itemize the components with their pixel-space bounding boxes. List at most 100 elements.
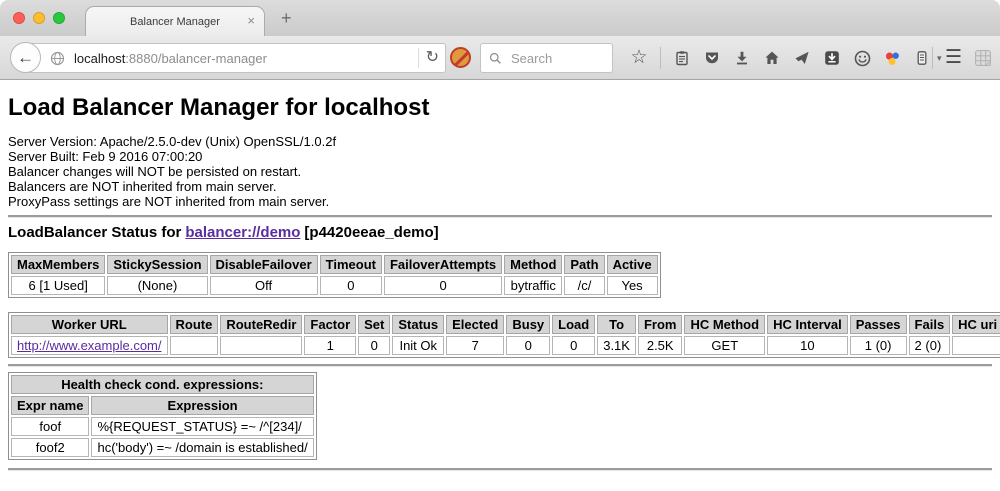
- tab-bar: Balancer Manager × +: [0, 0, 1000, 36]
- divider-rule: [8, 215, 992, 217]
- col-path: Path: [564, 255, 604, 274]
- new-tab-button[interactable]: +: [281, 8, 292, 29]
- worker-url-link[interactable]: http://www.example.com/: [17, 338, 162, 353]
- cell-load: 0: [552, 336, 595, 355]
- table-header-row: Worker URL Route RouteRedir Factor Set S…: [11, 315, 1000, 334]
- cell-factor: 1: [304, 336, 356, 355]
- search-bar[interactable]: [480, 43, 613, 73]
- cell-timeout: 0: [320, 276, 382, 295]
- cell-expression: %{REQUEST_STATUS} =~ /^[234]/: [91, 417, 313, 436]
- cell-path: /c/: [564, 276, 604, 295]
- cell-passes: 1 (0): [850, 336, 907, 355]
- cell-disablefailover: Off: [210, 276, 318, 295]
- col-worker-url: Worker URL: [11, 315, 168, 334]
- proxypass-inherit-note: ProxyPass settings are NOT inherited fro…: [8, 194, 992, 209]
- balancer-persist-note: Balancer changes will NOT be persisted o…: [8, 164, 992, 179]
- tab-groups-icon[interactable]: [974, 49, 992, 67]
- cell-expression: hc('body') =~ /domain is established/: [91, 438, 313, 457]
- health-row: foof2 hc('body') =~ /domain is establish…: [11, 438, 314, 457]
- cell-routeredir: [220, 336, 302, 355]
- balancer-settings-table: MaxMembers StickySession DisableFailover…: [8, 252, 661, 298]
- tab-balancer-manager[interactable]: Balancer Manager ×: [85, 6, 265, 36]
- col-stickysession: StickySession: [107, 255, 207, 274]
- col-hc-method: HC Method: [684, 315, 765, 334]
- close-window-button[interactable]: [13, 12, 25, 24]
- tab-close-icon[interactable]: ×: [247, 14, 255, 28]
- cell-hc-method: GET: [684, 336, 765, 355]
- col-passes: Passes: [850, 315, 907, 334]
- reload-icon[interactable]: ↻: [426, 50, 439, 66]
- server-info: Server Version: Apache/2.5.0-dev (Unix) …: [8, 134, 992, 209]
- menu-area: ☰: [932, 43, 992, 73]
- heading-suffix: [p4420eeae_demo]: [304, 224, 438, 241]
- table-header-row: Expr name Expression: [11, 396, 314, 415]
- health-row: foof %{REQUEST_STATUS} =~ /^[234]/: [11, 417, 314, 436]
- col-fails: Fails: [909, 315, 951, 334]
- smiley-extension-icon[interactable]: [853, 49, 871, 67]
- col-load: Load: [552, 315, 595, 334]
- browser-window: Balancer Manager × + ← localhost:8880/ba…: [0, 0, 1000, 491]
- col-hc-uri: HC uri: [952, 315, 1000, 334]
- toolbar-divider: [660, 47, 661, 69]
- col-status: Status: [392, 315, 444, 334]
- col-busy: Busy: [506, 315, 550, 334]
- zoom-window-button[interactable]: [53, 12, 65, 24]
- url-bar[interactable]: localhost:8880/balancer-manager ↻: [27, 43, 446, 73]
- cell-expr-name: foof2: [11, 438, 89, 457]
- cell-to: 3.1K: [597, 336, 636, 355]
- minimize-window-button[interactable]: [33, 12, 45, 24]
- col-hc-interval: HC Interval: [767, 315, 848, 334]
- page-title: Load Balancer Manager for localhost: [8, 94, 992, 122]
- col-to: To: [597, 315, 636, 334]
- downloads-icon[interactable]: [733, 49, 751, 67]
- balancer-demo-link[interactable]: balancer://demo: [185, 224, 300, 241]
- search-input[interactable]: [509, 50, 604, 67]
- server-built-line: Server Built: Feb 9 2016 07:00:20: [8, 149, 992, 164]
- navigation-toolbar: ← localhost:8880/balancer-manager ↻ ☆: [0, 36, 1000, 80]
- extension-download-square-icon[interactable]: [823, 49, 841, 67]
- cell-maxmembers: 6 [1 Used]: [11, 276, 105, 295]
- balancer-inherit-note: Balancers are NOT inherited from main se…: [8, 179, 992, 194]
- bottom-rule: [8, 468, 992, 470]
- cell-failoverattempts: 0: [384, 276, 502, 295]
- divider-rule: [8, 364, 992, 366]
- col-elected: Elected: [446, 315, 504, 334]
- cell-busy: 0: [506, 336, 550, 355]
- session-manager-icon[interactable]: [913, 49, 931, 67]
- health-table-title: Health check cond. expressions:: [11, 375, 314, 394]
- colored-dots-extension-icon[interactable]: [883, 49, 901, 67]
- balancer-status-heading: LoadBalancer Status forbalancer://demo[p…: [8, 224, 992, 241]
- cell-set: 0: [358, 336, 390, 355]
- send-plane-icon[interactable]: [793, 49, 811, 67]
- col-from: From: [638, 315, 683, 334]
- content-blocked-icon[interactable]: [450, 47, 471, 68]
- col-expr-name: Expr name: [11, 396, 89, 415]
- worker-table: Worker URL Route RouteRedir Factor Set S…: [8, 312, 1000, 358]
- tab-title: Balancer Manager: [130, 16, 220, 28]
- col-disablefailover: DisableFailover: [210, 255, 318, 274]
- site-identity-globe-icon[interactable]: [50, 51, 65, 66]
- health-check-table: Health check cond. expressions: Expr nam…: [8, 372, 317, 460]
- col-failoverattempts: FailoverAttempts: [384, 255, 502, 274]
- toolbar-actions: ☆: [630, 43, 942, 73]
- cell-hc-interval: 10: [767, 336, 848, 355]
- cell-from: 2.5K: [638, 336, 683, 355]
- bookmark-star-icon[interactable]: ☆: [630, 49, 648, 67]
- table-row: 6 [1 Used] (None) Off 0 0 bytraffic /c/ …: [11, 276, 658, 295]
- col-expression: Expression: [91, 396, 313, 415]
- menu-hamburger-icon[interactable]: ☰: [945, 49, 962, 67]
- home-icon[interactable]: [763, 49, 781, 67]
- search-icon: [489, 52, 502, 65]
- cell-hc-uri: [952, 336, 1000, 355]
- cell-expr-name: foof: [11, 417, 89, 436]
- col-factor: Factor: [304, 315, 356, 334]
- back-button[interactable]: ←: [10, 42, 41, 73]
- col-routeredir: RouteRedir: [220, 315, 302, 334]
- reading-list-clipboard-icon[interactable]: [673, 49, 691, 67]
- pocket-icon[interactable]: [703, 49, 721, 67]
- cell-elected: 7: [446, 336, 504, 355]
- cell-fails: 2 (0): [909, 336, 951, 355]
- table-title-row: Health check cond. expressions:: [11, 375, 314, 394]
- toolbar-divider-right: [932, 47, 933, 69]
- url-text: localhost:8880/balancer-manager: [74, 51, 411, 66]
